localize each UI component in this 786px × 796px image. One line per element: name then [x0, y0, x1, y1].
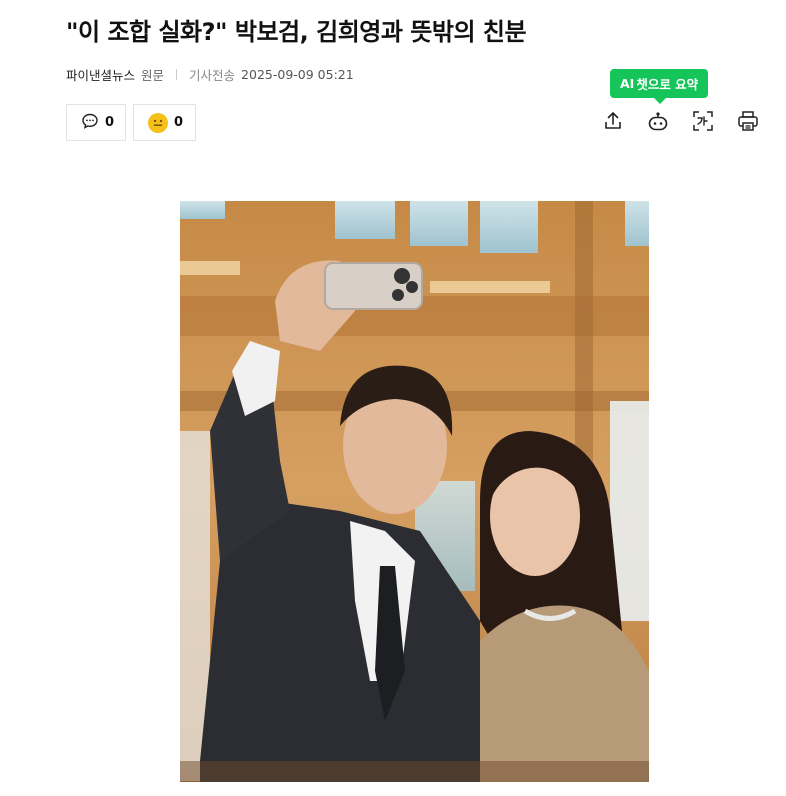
- print-icon[interactable]: [735, 108, 761, 134]
- comment-button[interactable]: 0: [66, 104, 126, 141]
- comment-icon: [81, 112, 99, 134]
- article-meta: 파이낸셜뉴스 원문 기사전송 2025-09-09 05:21: [66, 65, 354, 84]
- source-name[interactable]: 파이낸셜뉴스: [66, 65, 135, 84]
- ai-tooltip-ai: AI: [620, 76, 635, 91]
- reaction-count: 0: [174, 115, 184, 130]
- ai-summary-tooltip[interactable]: AI 챗으로 요약: [610, 69, 709, 104]
- photo-illustration: [180, 201, 649, 782]
- publish-date: 2025-09-09 05:21: [241, 67, 354, 82]
- article-title: "이 조합 실화?" 박보검, 김희영과 뜻밖의 친분: [66, 18, 527, 46]
- ai-summary-icon[interactable]: [645, 108, 671, 134]
- article-photo: [180, 201, 649, 782]
- translate-icon[interactable]: [690, 108, 716, 134]
- ai-tooltip-text: 챗으로 요약: [636, 77, 699, 92]
- meta-divider: [176, 69, 178, 80]
- reaction-emoji-icon: [148, 112, 168, 133]
- comment-count: 0: [105, 115, 115, 130]
- reaction-button[interactable]: 0: [133, 104, 196, 141]
- share-icon[interactable]: [600, 108, 626, 134]
- original-link[interactable]: 원문: [141, 65, 164, 84]
- date-label: 기사전송: [189, 68, 236, 83]
